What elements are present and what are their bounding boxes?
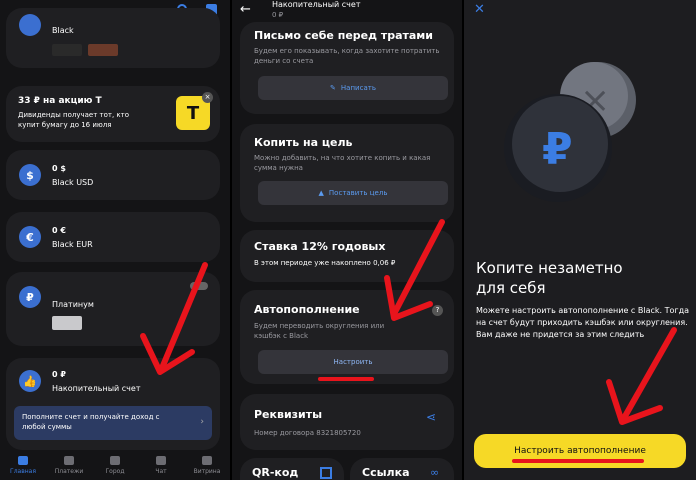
toggle-icon[interactable] (190, 282, 208, 290)
svg-text:₽: ₽ (542, 124, 573, 175)
account-name: Накопительный счет (52, 384, 141, 393)
account-savings[interactable]: 👍 0 ₽ Накопительный счет Пополните счет … (6, 358, 220, 450)
qr-card[interactable]: QR-код (240, 458, 344, 480)
button-label: Поставить цель (328, 189, 388, 197)
home-icon (18, 455, 28, 465)
account-amount: 0 ₽ (52, 370, 66, 379)
card-title: Письмо себе перед тратами (254, 29, 433, 42)
coins-illustration: × ₽ (504, 62, 636, 202)
account-amount: 0 $ (52, 164, 66, 173)
tab-showcase[interactable]: Витрина (184, 450, 230, 480)
button-label: Настроить автопополнение (514, 446, 646, 456)
savings-banner[interactable]: Пополните счет и получайте доход с любой… (14, 406, 212, 440)
account-name: Black USD (52, 178, 94, 187)
account-amount: 0 € (52, 226, 66, 235)
back-arrow-icon[interactable]: ← (240, 2, 251, 17)
tab-label: Витрина (193, 467, 221, 475)
tab-label: Чат (155, 467, 167, 475)
set-goal-button[interactable]: ▲ Поставить цель (258, 181, 448, 205)
banner-text: Пополните счет и получайте доход с любой… (22, 413, 160, 431)
page-title: Накопительный счет (272, 0, 361, 9)
tab-label: Платежи (54, 467, 84, 475)
card-title: Копить на цель (254, 136, 353, 149)
card-thumbnail (52, 316, 82, 330)
tab-city[interactable]: Город (92, 450, 138, 480)
tab-label: Город (105, 467, 125, 475)
account-eur[interactable]: € 0 € Black EUR (6, 212, 220, 262)
tab-payments[interactable]: Платежи (46, 450, 92, 480)
link-icon: ∞ (430, 466, 440, 479)
black-card[interactable]: Black (6, 8, 220, 68)
card-title: Автопополнение (254, 303, 360, 316)
thumbs-up-icon: 👍 (19, 370, 41, 392)
account-name: Платинум (52, 300, 94, 309)
page-subtitle: 0 ₽ (272, 11, 284, 19)
letter-card: Письмо себе перед тратами Будем его пока… (240, 22, 454, 114)
payments-icon (64, 455, 74, 465)
help-icon[interactable]: ? (432, 305, 443, 316)
account-name: Black EUR (52, 240, 93, 249)
button-label: Написать (340, 84, 376, 92)
link-card[interactable]: Ссылка ∞ (350, 458, 454, 480)
promo-heading: Копите незаметно для себя (476, 259, 623, 297)
promo-title: 33 ₽ на акцию Т (18, 96, 102, 106)
card-icon (19, 14, 41, 36)
autofill-card: Автопополнение ? Будем переводить округл… (240, 290, 454, 384)
euro-icon: € (19, 226, 41, 248)
card-desc: Можно добавить, на что хотите копить и к… (254, 154, 431, 172)
autofill-promo-screen: ✕ × ₽ Копите незаметно для себя Можете н… (464, 0, 696, 480)
card-desc: Будем его показывать, когда захотите пот… (254, 47, 440, 65)
accounts-screen: Black 33 ₽ на акцию Т Дивиденды получает… (0, 0, 230, 480)
chat-icon (156, 455, 166, 465)
flag-icon: ▲ (318, 189, 324, 197)
tab-label: Главная (10, 467, 36, 475)
dollar-icon: $ (19, 164, 41, 186)
link-label: Ссылка (362, 466, 410, 479)
card-title: Black (52, 26, 74, 35)
account-platinum[interactable]: ₽ Платинум (6, 272, 220, 346)
showcase-icon (202, 455, 212, 465)
write-button[interactable]: ✎ Написать (258, 76, 448, 100)
card-thumbnail (52, 44, 82, 56)
promo-text: Дивиденды получает тот, кто купит бумагу… (18, 111, 129, 129)
rate-card: Ставка 12% годовых В этом периоде уже на… (240, 230, 454, 282)
tab-bar: Главная Платежи Город Чат Витрина (0, 450, 230, 480)
contract-number: Номер договора 8321805720 (254, 429, 361, 437)
tab-chat[interactable]: Чат (138, 450, 184, 480)
pencil-icon: ✎ (330, 84, 336, 92)
requisites-card: Реквизиты Номер договора 8321805720 ⋖ (240, 394, 454, 450)
close-icon[interactable]: × (202, 92, 213, 103)
chevron-right-icon: › (200, 417, 204, 427)
promo-text: Можете настроить автопополнение с Black.… (476, 306, 690, 339)
button-label: Настроить (333, 358, 373, 366)
card-thumbnail-2 (88, 44, 118, 56)
share-icon[interactable]: ⋖ (426, 410, 436, 424)
configure-button[interactable]: Настроить (258, 350, 448, 374)
close-icon[interactable]: ✕ (474, 2, 485, 17)
configure-autofill-button[interactable]: Настроить автопополнение (474, 434, 686, 468)
tab-home[interactable]: Главная (0, 450, 46, 480)
city-icon (110, 455, 120, 465)
card-desc: Будем переводить округления или кэшбэк с… (254, 322, 385, 340)
card-text: В этом периоде уже накоплено 0,06 ₽ (254, 259, 396, 267)
account-usd[interactable]: $ 0 $ Black USD (6, 150, 220, 200)
goal-card: Копить на цель Можно добавить, на что хо… (240, 124, 454, 222)
ruble-icon: ₽ (19, 286, 41, 308)
promo-card[interactable]: 33 ₽ на акцию Т Дивиденды получает тот, … (6, 86, 220, 142)
qr-icon (320, 467, 332, 479)
card-title: Ставка 12% годовых (254, 240, 386, 253)
qr-label: QR-код (252, 466, 299, 479)
card-title: Реквизиты (254, 408, 323, 421)
savings-account-screen: ← Накопительный счет 0 ₽ Письмо себе пер… (232, 0, 462, 480)
